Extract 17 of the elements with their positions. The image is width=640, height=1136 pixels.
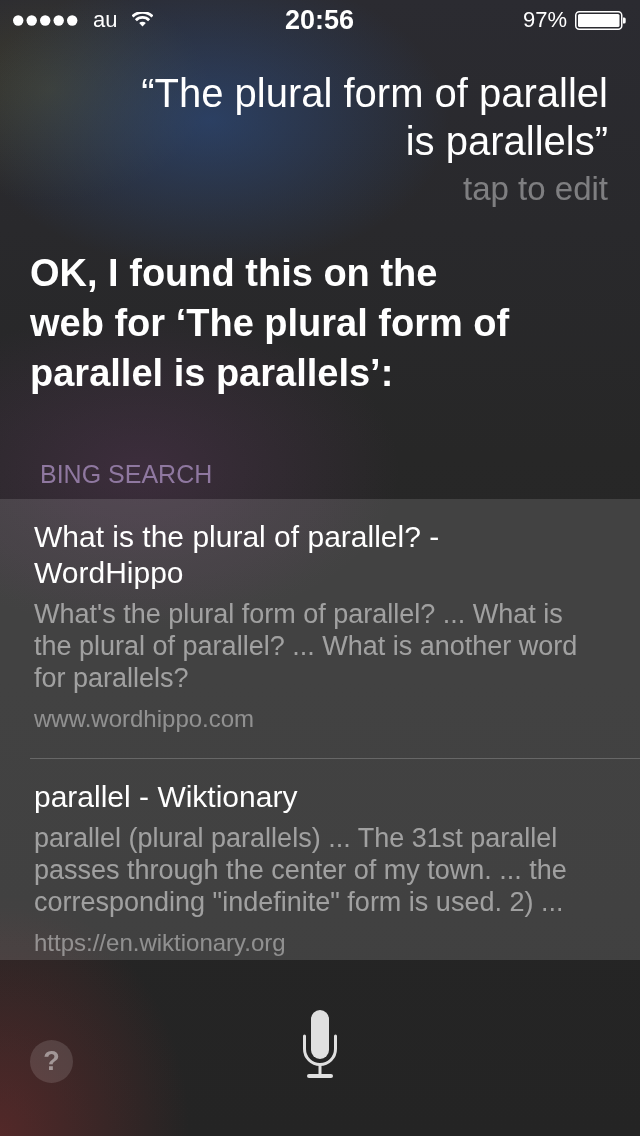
result-snippet: parallel (plural parallels) ... The 31st parallel passes through the center of my town. ... the corresponding "indefinite" form is used. 2) ... xyxy=(34,822,568,918)
battery-icon xyxy=(575,10,626,30)
assistant-response: OK, I found this on the web for ‘The plural form of parallel is parallels’: xyxy=(30,251,511,396)
edit-hint: tap to edit xyxy=(463,169,608,209)
carrier-name: au xyxy=(93,7,118,33)
spoken-query[interactable]: “The plural form of parallel is parallels” xyxy=(108,69,608,165)
section-title: BING SEARCH xyxy=(40,459,213,490)
result-url: www.wordhippo.com xyxy=(34,704,255,734)
result-title[interactable]: What is the plural of parallel? - WordHippo xyxy=(34,519,592,591)
microphone-icon[interactable] xyxy=(303,1010,337,1079)
result-title[interactable]: parallel - Wiktionary xyxy=(34,779,298,815)
signal-icon xyxy=(13,14,78,26)
wifi-icon xyxy=(132,12,154,28)
result-snippet: What's the plural form of parallel? ... What is the plural of parallel? ... What is another word for parallels? xyxy=(34,598,579,694)
battery-percentage: 97% xyxy=(522,7,567,33)
status-time: 20:56 xyxy=(284,4,355,36)
result-url: https://en.wiktionary.org xyxy=(34,928,286,958)
